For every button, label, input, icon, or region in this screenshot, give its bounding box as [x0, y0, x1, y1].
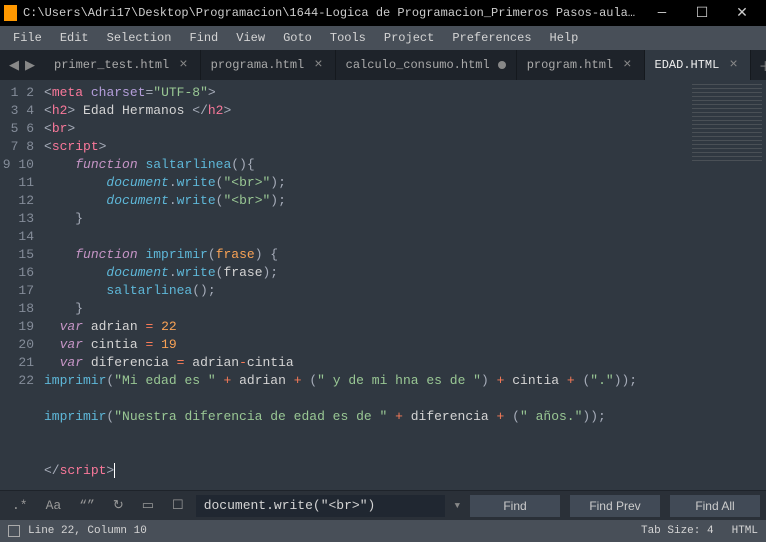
dirty-icon [498, 61, 506, 69]
selection-toggle[interactable]: ▭ [136, 496, 160, 515]
titlebar: C:\Users\Adri17\Desktop\Programacion\164… [0, 0, 766, 26]
menu-selection[interactable]: Selection [98, 31, 181, 45]
editor[interactable]: 1 2 3 4 5 6 7 8 9 10 11 12 13 14 15 16 1… [0, 80, 766, 490]
tab-program[interactable]: program.html× [517, 50, 645, 80]
window-controls: — ☐ ✕ [642, 0, 762, 26]
menu-file[interactable]: File [4, 31, 51, 45]
tab-edad[interactable]: EDAD.HTML× [645, 50, 751, 80]
app-icon [4, 5, 17, 21]
window-title: C:\Users\Adri17\Desktop\Programacion\164… [23, 6, 642, 20]
wrap-toggle[interactable]: ↻ [107, 496, 130, 515]
close-icon[interactable]: × [312, 57, 324, 73]
regex-toggle[interactable]: .* [6, 496, 34, 515]
panel-icon[interactable] [8, 525, 20, 537]
case-toggle[interactable]: Aa [40, 496, 68, 515]
minimap[interactable] [686, 80, 766, 490]
close-icon[interactable]: × [177, 57, 189, 73]
find-bar: .* Aa “” ↻ ▭ ☐ ▼ Find Find Prev Find All [0, 490, 766, 520]
new-tab-button[interactable]: ＋▼ [751, 50, 766, 80]
tab-primer-test[interactable]: primer_test.html× [44, 50, 201, 80]
find-input[interactable] [196, 495, 445, 517]
find-all-button[interactable]: Find All [670, 495, 760, 517]
minimize-button[interactable]: — [642, 0, 682, 26]
close-icon[interactable]: × [621, 57, 633, 73]
cursor-position[interactable]: Line 22, Column 10 [28, 525, 147, 537]
word-toggle[interactable]: “” [73, 496, 101, 515]
menu-tools[interactable]: Tools [321, 31, 375, 45]
menu-help[interactable]: Help [541, 31, 588, 45]
line-gutter: 1 2 3 4 5 6 7 8 9 10 11 12 13 14 15 16 1… [0, 80, 44, 490]
menu-find[interactable]: Find [180, 31, 227, 45]
menubar: File Edit Selection Find View Goto Tools… [0, 26, 766, 50]
maximize-button[interactable]: ☐ [682, 0, 722, 26]
menu-preferences[interactable]: Preferences [443, 31, 540, 45]
close-button[interactable]: ✕ [722, 0, 762, 26]
tab-next-icon[interactable]: ▶ [22, 58, 38, 73]
tab-programa[interactable]: programa.html× [201, 50, 336, 80]
highlight-toggle[interactable]: ☐ [166, 496, 190, 515]
find-button[interactable]: Find [470, 495, 560, 517]
tab-size[interactable]: Tab Size: 4 [641, 525, 714, 537]
menu-goto[interactable]: Goto [274, 31, 321, 45]
tab-calculo-consumo[interactable]: calculo_consumo.html [336, 50, 517, 80]
menu-edit[interactable]: Edit [51, 31, 98, 45]
syntax-mode[interactable]: HTML [732, 525, 758, 537]
find-prev-button[interactable]: Find Prev [570, 495, 660, 517]
tab-prev-icon[interactable]: ◀ [6, 58, 22, 73]
code-area[interactable]: <meta charset="UTF-8"> <h2> Edad Hermano… [44, 80, 686, 490]
menu-project[interactable]: Project [375, 31, 443, 45]
statusbar: Line 22, Column 10 Tab Size: 4 HTML [0, 520, 766, 542]
menu-view[interactable]: View [227, 31, 274, 45]
tabbar: ◀ ▶ primer_test.html× programa.html× cal… [0, 50, 766, 80]
chevron-down-icon[interactable]: ▼ [455, 501, 460, 511]
close-icon[interactable]: × [727, 57, 739, 73]
